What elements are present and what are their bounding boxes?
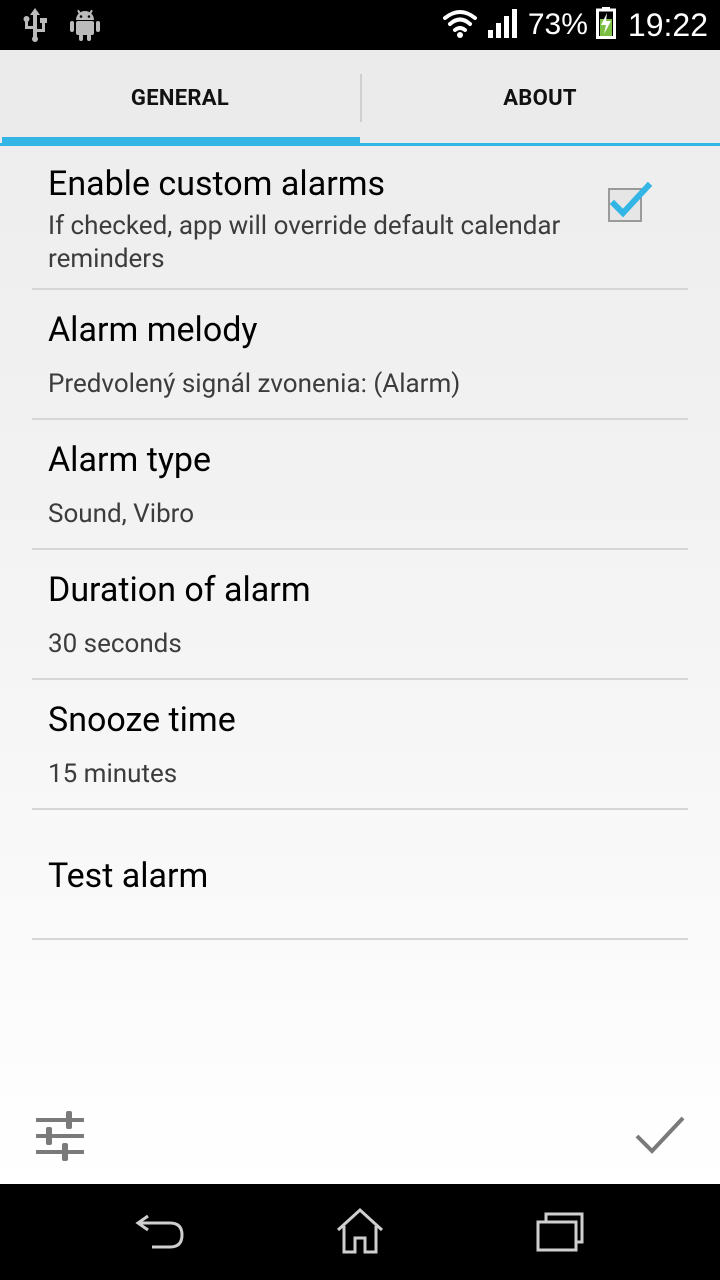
pref-title: Test alarm bbox=[48, 856, 209, 896]
pref-duration-of-alarm[interactable]: Duration of alarm 30 seconds bbox=[32, 550, 688, 680]
signal-icon bbox=[486, 8, 520, 42]
clock: 19:22 bbox=[627, 6, 708, 43]
sliders-icon[interactable] bbox=[34, 1110, 86, 1162]
pref-enable-custom-alarms[interactable]: Enable custom alarms If checked, app wil… bbox=[32, 146, 688, 290]
check-icon[interactable] bbox=[634, 1114, 686, 1158]
tab-bar: GENERAL ABOUT bbox=[0, 50, 720, 146]
settings-screen: GENERAL ABOUT Enable custom alarms If ch… bbox=[0, 50, 720, 1184]
android-icon bbox=[70, 8, 100, 46]
tab-about[interactable]: ABOUT bbox=[360, 50, 720, 146]
navigation-bar bbox=[0, 1184, 720, 1280]
tab-general[interactable]: GENERAL bbox=[0, 50, 360, 146]
recent-apps-icon[interactable] bbox=[530, 1206, 590, 1256]
pref-summary: If checked, app will override default ca… bbox=[48, 211, 561, 274]
pref-title: Alarm type bbox=[48, 440, 212, 480]
pref-summary: Predvolený signál zvonenia: (Alarm) bbox=[48, 369, 461, 399]
pref-title: Alarm melody bbox=[48, 310, 258, 350]
pref-test-alarm[interactable]: Test alarm bbox=[32, 810, 688, 940]
pref-summary: 30 seconds bbox=[48, 629, 182, 659]
tab-selected-indicator bbox=[2, 137, 360, 146]
battery-charging-icon bbox=[595, 7, 616, 43]
pref-title: Enable custom alarms bbox=[48, 164, 386, 204]
back-icon[interactable] bbox=[130, 1206, 190, 1256]
battery-percent: 73% bbox=[527, 8, 588, 41]
bottom-action-bar bbox=[0, 1110, 720, 1184]
pref-summary: Sound, Vibro bbox=[48, 499, 195, 529]
usb-icon bbox=[22, 8, 48, 46]
pref-summary: 15 minutes bbox=[48, 759, 178, 789]
preference-list: Enable custom alarms If checked, app wil… bbox=[0, 146, 720, 940]
status-bar: 73% 19:22 bbox=[0, 0, 720, 50]
pref-alarm-melody[interactable]: Alarm melody Predvolený signál zvonenia:… bbox=[32, 290, 688, 420]
pref-snooze-time[interactable]: Snooze time 15 minutes bbox=[32, 680, 688, 810]
tab-general-label: GENERAL bbox=[130, 85, 230, 111]
tab-about-label: ABOUT bbox=[503, 85, 577, 111]
enable-custom-alarms-checkbox[interactable] bbox=[608, 181, 653, 222]
home-icon[interactable] bbox=[330, 1206, 390, 1256]
checkmark-icon bbox=[609, 181, 653, 218]
pref-alarm-type[interactable]: Alarm type Sound, Vibro bbox=[32, 420, 688, 550]
pref-title: Duration of alarm bbox=[48, 570, 311, 610]
tab-divider bbox=[360, 74, 362, 122]
wifi-icon bbox=[442, 8, 478, 42]
pref-title: Snooze time bbox=[48, 700, 236, 740]
